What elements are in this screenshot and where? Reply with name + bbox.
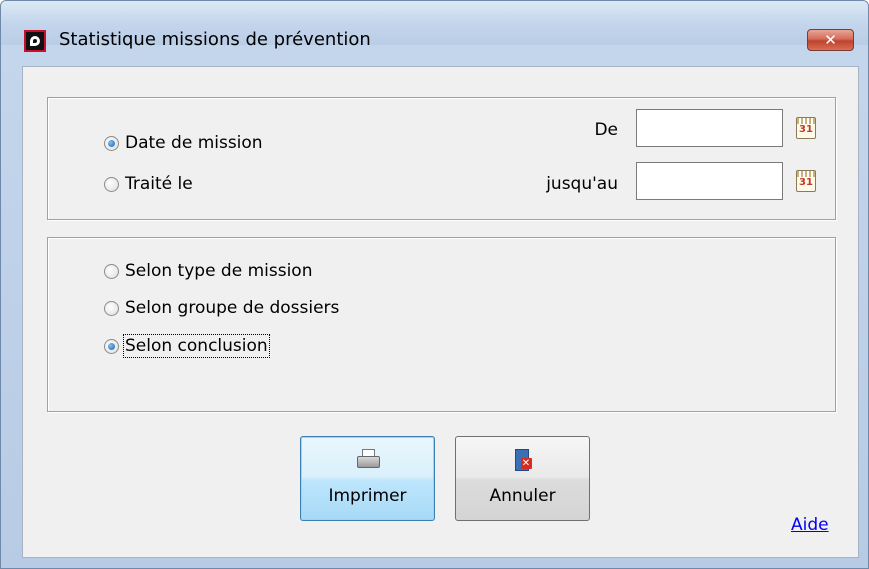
calendar-icon[interactable]: 31 [796,170,816,192]
to-label: jusqu'au [546,174,618,194]
print-button[interactable]: Imprimer [300,436,435,521]
close-button[interactable]: ✕ [807,29,854,51]
radio-button[interactable] [104,176,119,192]
app-logo-icon [24,30,46,52]
calendar-icon[interactable]: 31 [796,117,816,139]
from-label: De [594,120,618,140]
radio-label: Traité le [125,174,193,194]
help-link[interactable]: Aide [791,515,829,535]
cancel-button[interactable]: ✕ Annuler [455,436,590,521]
radio-groupe-de-dossiers[interactable]: Selon groupe de dossiers [104,298,339,318]
print-button-label: Imprimer [328,486,407,506]
radio-button-checked[interactable] [104,338,119,354]
radio-traite-le[interactable]: Traité le [104,174,193,194]
radio-label: Selon conclusion [123,334,270,358]
printer-icon [356,449,380,469]
radio-conclusion[interactable]: Selon conclusion [104,334,270,358]
radio-label: Date de mission [125,133,263,153]
cancel-document-icon: ✕ [514,449,532,471]
cancel-button-label: Annuler [489,486,556,506]
from-date-input[interactable] [636,109,783,147]
radio-type-de-mission[interactable]: Selon type de mission [104,261,312,281]
to-date-input[interactable] [636,162,783,200]
window-title: Statistique missions de prévention [59,29,371,50]
radio-date-de-mission[interactable]: Date de mission [104,133,263,153]
radio-label: Selon groupe de dossiers [125,298,340,318]
radio-button-checked[interactable] [104,135,119,151]
radio-button[interactable] [104,263,119,279]
calendar-day: 31 [799,124,813,135]
radio-label: Selon type de mission [125,261,313,281]
calendar-day: 31 [799,177,813,188]
radio-button[interactable] [104,300,119,316]
